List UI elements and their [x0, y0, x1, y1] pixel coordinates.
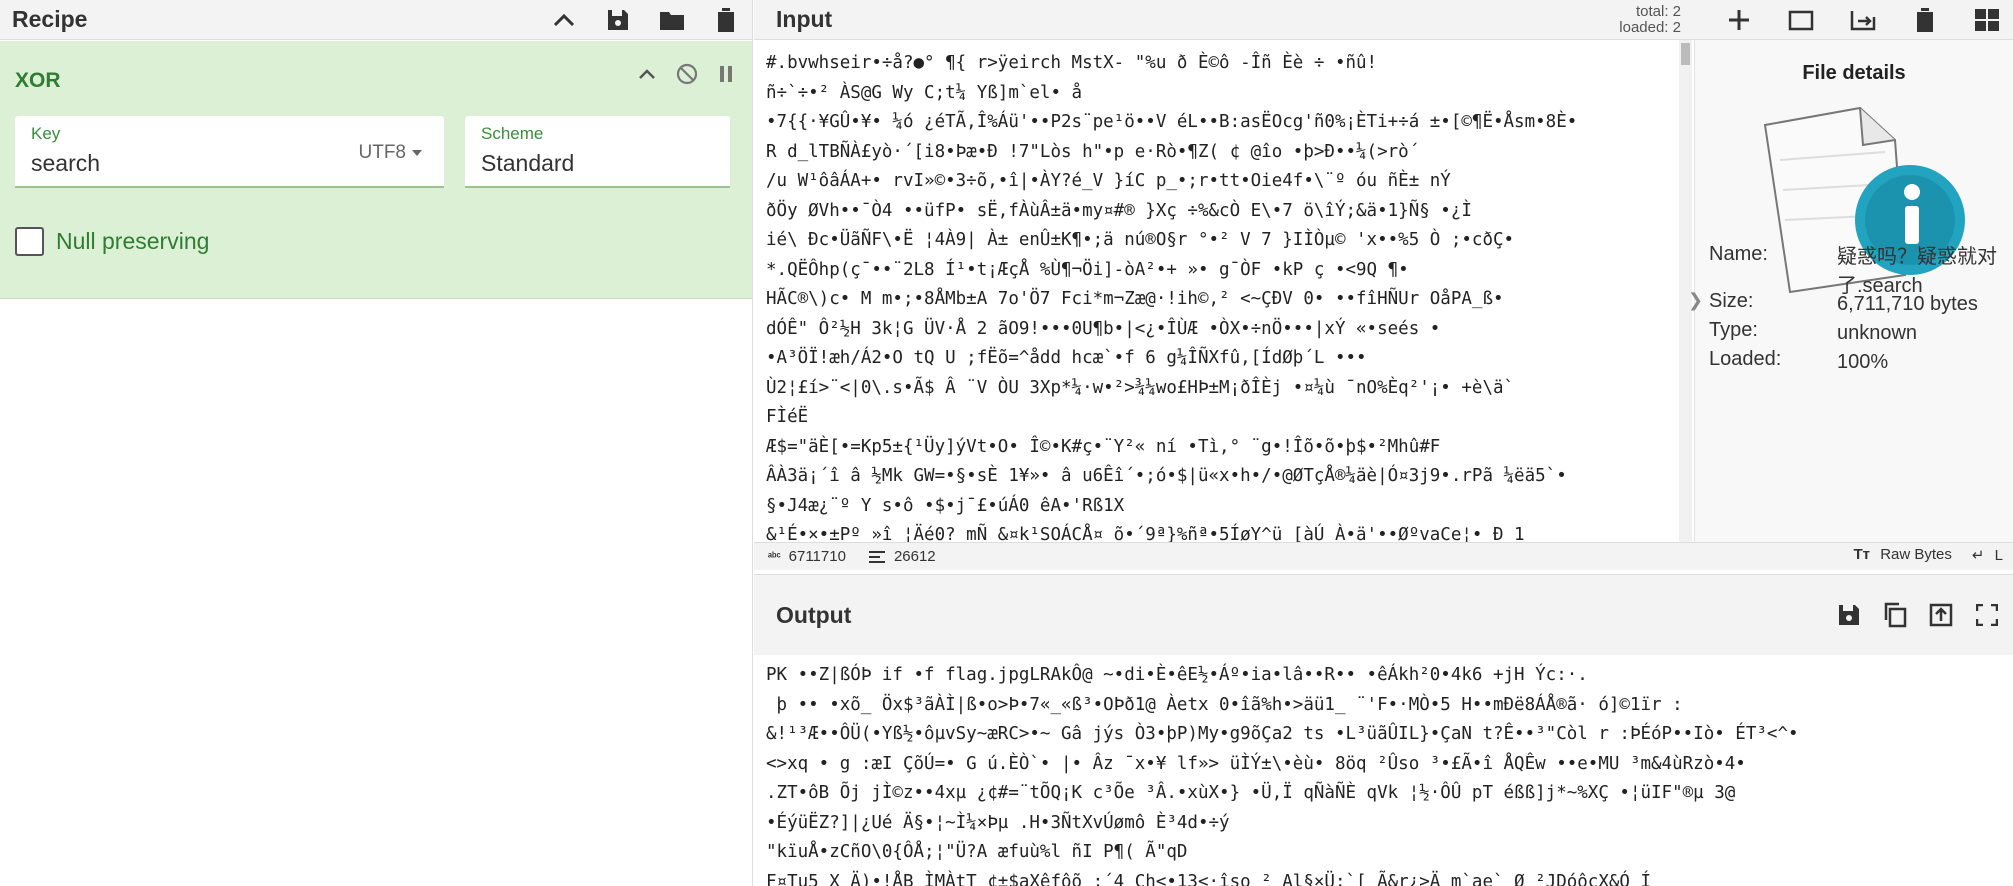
- file-size-row: Size: 6,711,710 bytes: [1709, 290, 1978, 315]
- pause-breakpoint-icon[interactable]: [718, 65, 734, 83]
- null-preserving-option[interactable]: Null preserving: [15, 227, 209, 256]
- file-loaded-row: Loaded: 100%: [1709, 348, 1888, 373]
- scheme-select[interactable]: Standard: [481, 150, 574, 177]
- null-preserving-label: Null preserving: [56, 228, 210, 254]
- key-field[interactable]: Key search UTF8: [15, 116, 444, 188]
- file-name-label: Name:: [1709, 243, 1768, 265]
- file-loaded-value: 100%: [1837, 351, 1889, 373]
- maximise-output-icon[interactable]: [1973, 601, 2001, 629]
- lines-icon: [868, 550, 886, 564]
- key-encoding-dropdown[interactable]: UTF8: [358, 142, 422, 164]
- file-loaded-label: Loaded:: [1709, 348, 1782, 370]
- eol-button[interactable]: ↵ L: [1972, 546, 2003, 564]
- collapse-details-chevron-icon[interactable]: ❯: [1688, 290, 1703, 311]
- add-tab-plus-icon[interactable]: [1725, 6, 1753, 34]
- operation-controls: [638, 63, 734, 85]
- input-scrollbar-thumb[interactable]: [1681, 43, 1690, 65]
- return-arrow-icon: ↵: [1971, 547, 1985, 564]
- xor-operation: XOR Key search UTF8 Scheme Standard Null…: [0, 41, 752, 299]
- output-pane: Output PK ••Z|ßÓÞ if •f flag.jpgLRAkÔ@ ~…: [754, 574, 2013, 886]
- recipe-pane: Recipe XOR Key search UTF8 Scheme Standa…: [0, 0, 753, 886]
- input-lines: 26612: [893, 548, 936, 565]
- input-stats-loaded: loaded: 2: [1619, 18, 1681, 36]
- file-name-row: Name: 疑惑吗？疑惑就对了.search: [1709, 243, 1997, 297]
- output-textarea[interactable]: PK ••Z|ßÓÞ if •f flag.jpgLRAkÔ@ ~•di•È•ê…: [754, 655, 2013, 886]
- input-stats: total: 2 loaded: 2: [1619, 2, 1681, 36]
- file-size-value: 6,711,710 bytes: [1837, 293, 1978, 315]
- scheme-field[interactable]: Scheme Standard: [465, 116, 730, 188]
- chr-encoding-label: Raw Bytes: [1880, 546, 1952, 563]
- input-pane: Input total: 2 loaded: 2 #.bvwhseir•÷å?●…: [754, 0, 2013, 570]
- scheme-label: Scheme: [481, 124, 544, 143]
- replace-input-icon[interactable]: [1927, 601, 1955, 629]
- input-stats-total: total: 2: [1635, 2, 1681, 20]
- input-header-icons: total: 2 loaded: 2: [1619, 2, 2001, 36]
- key-input[interactable]: search: [31, 150, 100, 177]
- file-type-row: Type: unknown: [1709, 319, 1917, 344]
- open-folder-icon[interactable]: [1787, 6, 1815, 34]
- null-preserving-checkbox[interactable]: [15, 227, 44, 256]
- input-textarea[interactable]: #.bvwhseir•÷å?●° ¶{ r>ÿeirch MstX- "%u ð…: [754, 47, 1684, 542]
- key-label: Key: [31, 124, 61, 143]
- eol-label: L: [1994, 547, 2003, 564]
- save-output-icon[interactable]: [1835, 601, 1863, 629]
- recipe-header-icons: [550, 6, 740, 34]
- file-size-label: Size:: [1709, 290, 1754, 312]
- file-details-panel: ❯ File details Name: 疑惑吗？疑惑就对了.search Si: [1688, 40, 2013, 542]
- operation-collapse-chevron-up-icon[interactable]: [638, 68, 656, 80]
- clear-recipe-trash-icon[interactable]: [712, 6, 740, 34]
- length-abc-icon: ᵃᵇᶜ: [768, 550, 781, 563]
- input-title: Input: [776, 6, 833, 32]
- save-recipe-icon[interactable]: [604, 6, 632, 34]
- file-details-title: File details: [1802, 62, 1906, 84]
- open-file-icon[interactable]: [1849, 6, 1877, 34]
- text-format-icon: Tт: [1853, 546, 1871, 563]
- disable-operation-icon[interactable]: [676, 63, 698, 85]
- output-title: Output: [776, 601, 852, 628]
- recipe-header: Recipe: [0, 0, 752, 40]
- reset-layout-grid-icon[interactable]: [1973, 6, 2001, 34]
- file-type-label: Type:: [1709, 319, 1758, 341]
- output-header: Output: [754, 575, 2013, 655]
- input-length: 6711710: [788, 548, 846, 565]
- recipe-title: Recipe: [12, 6, 88, 32]
- load-recipe-folder-icon[interactable]: [658, 6, 686, 34]
- input-status-right: Tт Raw Bytes ↵ L: [1854, 546, 2003, 564]
- file-type-value: unknown: [1837, 322, 1918, 344]
- collapse-all-chevron-up-icon[interactable]: [550, 6, 578, 34]
- key-encoding-value: UTF8: [358, 142, 407, 163]
- chr-encoding-button[interactable]: Tт Raw Bytes: [1854, 546, 1952, 564]
- caret-down-icon: [412, 150, 422, 156]
- operation-title: XOR: [15, 69, 61, 92]
- input-status-bar: ᵃᵇᶜ 6711710 26612 Tт Raw Bytes ↵ L: [754, 542, 2013, 570]
- input-header: Input total: 2 loaded: 2: [754, 0, 2013, 40]
- copy-output-icon[interactable]: [1881, 601, 1909, 629]
- clear-input-trash-icon[interactable]: [1911, 6, 1939, 34]
- output-header-icons: [1835, 601, 2001, 629]
- cyberchef-app: Recipe XOR Key search UTF8 Scheme Standa…: [0, 0, 2013, 886]
